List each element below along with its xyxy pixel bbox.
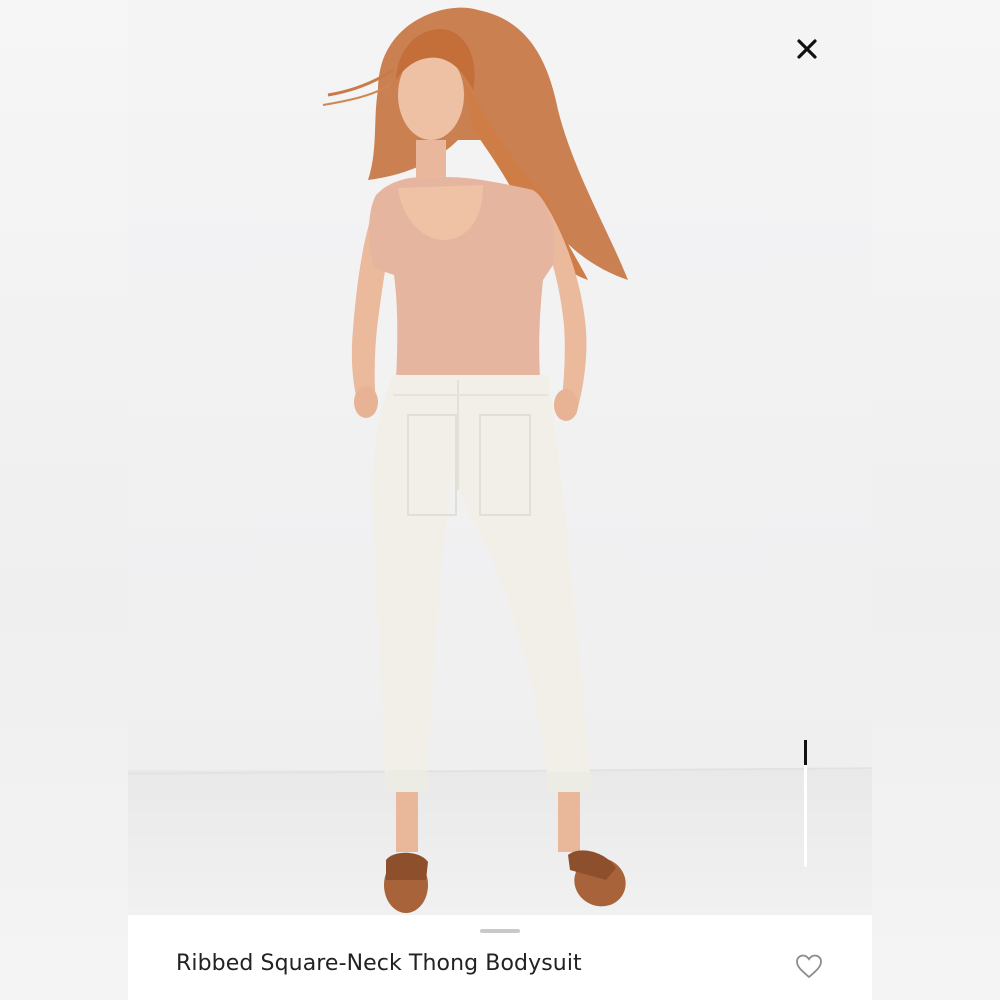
close-button[interactable] (786, 28, 828, 70)
product-photo[interactable] (128, 0, 872, 915)
product-info-sheet: Ribbed Square-Neck Thong Bodysuit (128, 915, 872, 1000)
right-blurred-panel (872, 0, 1000, 1000)
model-illustration (322, 7, 628, 913)
close-icon (797, 39, 817, 59)
product-title: Ribbed Square-Neck Thong Bodysuit (176, 951, 582, 976)
sheet-drag-handle[interactable] (480, 929, 520, 933)
image-gallery-scrollbar[interactable] (804, 740, 807, 867)
favorite-button[interactable] (794, 951, 826, 983)
scrollbar-thumb[interactable] (804, 740, 807, 765)
heart-outline-icon (796, 954, 822, 979)
left-blurred-panel (0, 0, 128, 1000)
product-image-viewer: Ribbed Square-Neck Thong Bodysuit (128, 0, 872, 1000)
